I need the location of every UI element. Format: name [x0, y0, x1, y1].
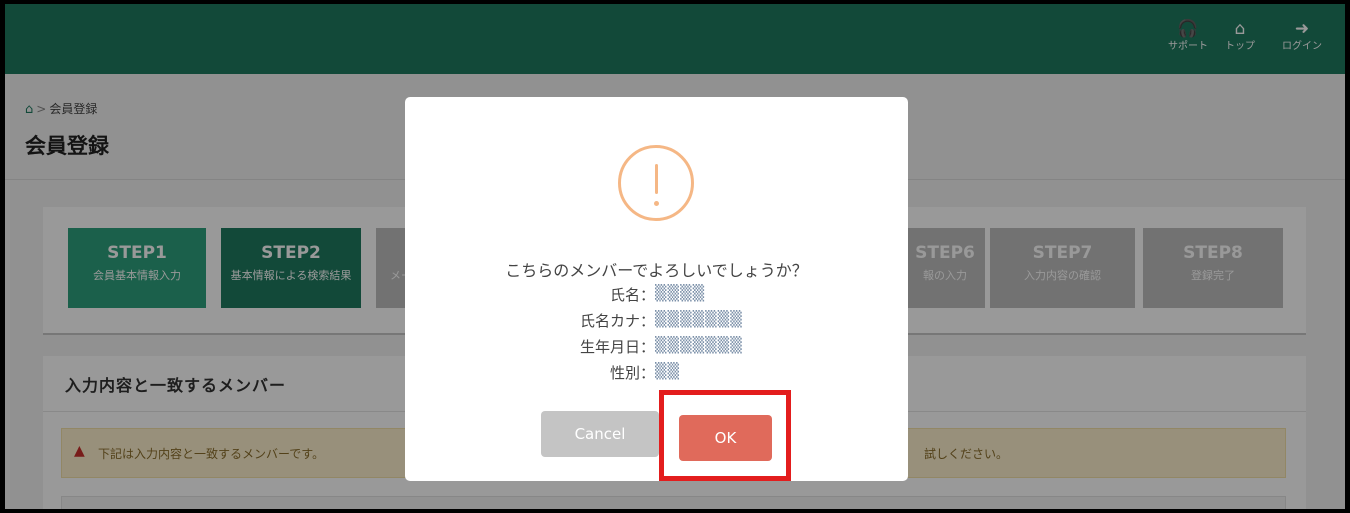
exclamation-icon	[618, 145, 694, 221]
field-label: 氏名カナ：	[579, 312, 655, 330]
cancel-button[interactable]: Cancel	[541, 411, 659, 457]
field-label: 氏名：	[609, 286, 655, 304]
field-value-redacted: ▒▒	[655, 362, 681, 380]
field-label: 性別：	[609, 364, 655, 382]
field-value-redacted: ▒▒▒▒▒▒▒	[655, 310, 743, 328]
field-value-redacted: ▒▒▒▒▒▒▒	[655, 336, 743, 354]
ok-button-highlight: OK	[659, 390, 791, 481]
ok-button[interactable]: OK	[679, 415, 772, 461]
exclamation-stroke	[655, 164, 658, 194]
field-value-redacted: ▒▒▒▒	[655, 284, 706, 302]
confirm-question: こちらのメンバーでよろしいでしょうか？	[505, 261, 808, 280]
exclamation-dot	[654, 201, 659, 206]
confirm-dialog: こちらのメンバーでよろしいでしょうか？ 氏名： ▒▒▒▒ 氏名カナ： ▒▒▒▒▒…	[405, 97, 908, 481]
app-frame: 🎧 サポート ⌂ トップ ➜ ログイン ⌂ > 会員登録 会員登録 STEP1 会員…	[5, 4, 1345, 509]
field-label: 生年月日：	[579, 338, 655, 356]
